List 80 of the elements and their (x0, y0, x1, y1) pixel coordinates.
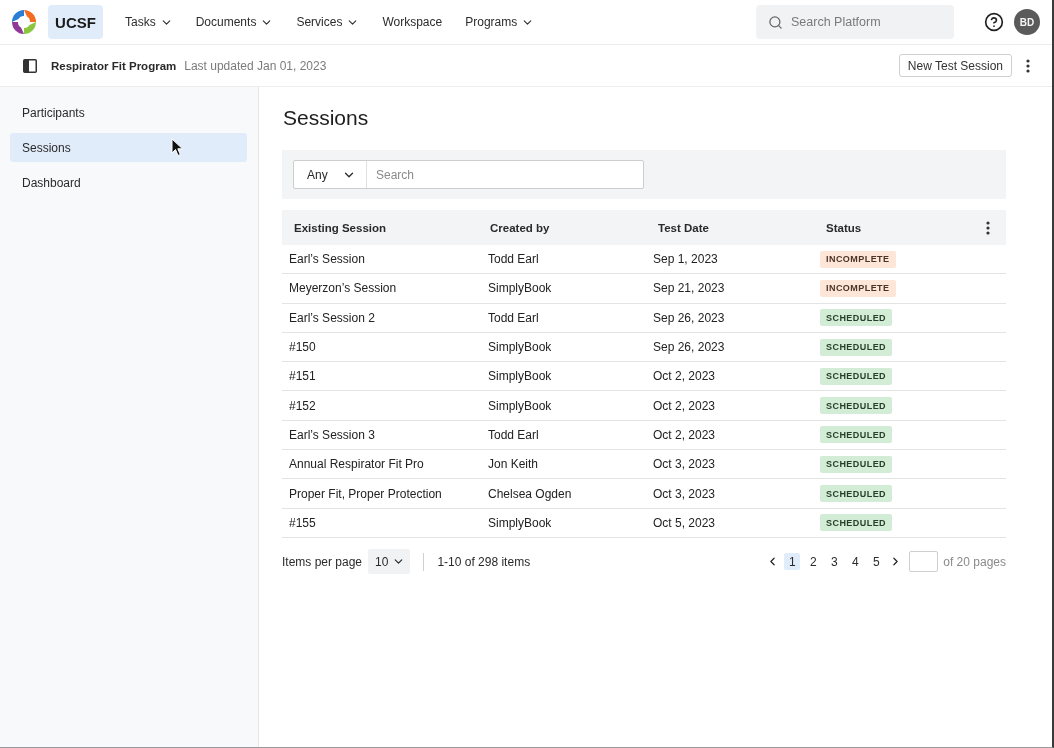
status-badge: SCHEDULED (820, 514, 893, 532)
nav-menu-item[interactable]: Tasks (125, 15, 173, 29)
column-header: Existing Session (293, 221, 388, 234)
table-cell-text: Oct 5, 2023 (652, 515, 717, 530)
table-cell-text: Sep 21, 2023 (652, 281, 726, 296)
column-header: Created by (489, 221, 551, 234)
table-cell-text: Todd Earl (487, 252, 540, 267)
status-badge: SCHEDULED (820, 426, 893, 444)
table-cell-text: Earl’s Session 2 (288, 310, 376, 325)
help-icon (984, 12, 1004, 32)
page-button[interactable]: 4 (847, 553, 864, 571)
table-cell-text: SimplyBook (487, 515, 553, 530)
new-test-session-button[interactable]: New Test Session (898, 54, 1012, 77)
table-cell-text: #152 (288, 398, 317, 413)
sidebar-item[interactable]: Sessions (10, 133, 247, 162)
status-badge: SCHEDULED (820, 309, 893, 327)
table-cell-text: Proper Fit, Proper Protection (288, 486, 443, 501)
table-cell-text: Oct 2, 2023 (652, 398, 717, 413)
status-badge: SCHEDULED (820, 367, 893, 385)
more-icon (986, 220, 990, 235)
status-badge: SCHEDULED (820, 397, 893, 415)
nav-menu-item[interactable]: Programs (465, 15, 535, 29)
table-cell-text: SimplyBook (487, 281, 553, 296)
avatar[interactable]: BD (1014, 9, 1040, 35)
sidebar-toggle-icon[interactable] (23, 58, 37, 73)
table-cell-text: SimplyBook (487, 369, 553, 384)
items-per-page-label: Items per page (282, 554, 363, 569)
search-field[interactable]: Any Search (293, 160, 644, 189)
table-cell-text: Meyerzon’s Session (288, 281, 398, 296)
table-cell-text: Earl’s Session (288, 252, 366, 267)
table-cell-text: Chelsea Ogden (487, 486, 573, 501)
status-badge: SCHEDULED (820, 485, 893, 502)
last-updated-text: Last updated Jan 01, 2023 (184, 58, 327, 73)
program-title: Respirator Fit Program (51, 59, 177, 72)
page-button[interactable]: 5 (868, 553, 885, 571)
table-cell-text: Sep 1, 2023 (652, 252, 719, 267)
page-button[interactable]: 1 (784, 553, 801, 571)
more-button[interactable] (1026, 58, 1030, 73)
table-cell-text: Todd Earl (487, 310, 540, 325)
table-cell-text: Sep 26, 2023 (652, 310, 726, 325)
status-badge: INCOMPLETE (820, 279, 896, 297)
mouse-pointer-icon (171, 138, 184, 157)
table-cell-text: SimplyBook (487, 398, 553, 413)
column-header: Status (825, 221, 863, 234)
column-header: Test Date (657, 221, 710, 234)
scope-dropdown[interactable]: Any (294, 161, 367, 188)
brand-logo-text[interactable]: UCSF (48, 5, 103, 39)
table-cell-text: Annual Respirator Fit Pro (288, 457, 425, 472)
table-cell-text: Sep 26, 2023 (652, 340, 726, 355)
table-cell-text: #150 (288, 340, 317, 355)
page-size-dropdown[interactable]: 10 (368, 549, 411, 575)
table-cell-text: #151 (288, 369, 317, 384)
page-total-text: of 20 pages (943, 554, 1006, 569)
table-cell-text: Oct 2, 2023 (652, 427, 717, 442)
page-title: Sessions (283, 105, 370, 131)
table-cell-text: Jon Keith (487, 457, 540, 472)
logo-icon (10, 8, 38, 36)
table-cell-text: Oct 2, 2023 (652, 369, 717, 384)
page-number-input[interactable] (909, 551, 939, 573)
table-cell-text: Oct 3, 2023 (652, 486, 717, 501)
page-button[interactable]: 2 (805, 553, 822, 571)
table-cell-text: SimplyBook (487, 340, 553, 355)
table-cell-text: #155 (288, 515, 317, 530)
sidebar-item[interactable]: Participants (10, 98, 247, 127)
search-icon (768, 15, 783, 30)
nav-menu-item[interactable]: Services (296, 15, 360, 29)
nav-menu-item[interactable]: Workspace (382, 15, 443, 29)
search-field[interactable]: Search Platform (756, 5, 954, 39)
status-badge: SCHEDULED (820, 455, 893, 473)
status-badge: SCHEDULED (820, 338, 893, 356)
status-badge: INCOMPLETE (820, 250, 896, 268)
item-range-text: 1-10 of 298 items (437, 554, 531, 569)
help-button[interactable] (984, 12, 1004, 32)
sidebar-item[interactable]: Dashboard (10, 168, 247, 197)
more-icon (1026, 58, 1030, 73)
table-cell-text: Todd Earl (487, 427, 540, 442)
table-cell-text: Earl’s Session 3 (288, 427, 376, 442)
nav-menu-item[interactable]: Documents (195, 15, 274, 29)
table-cell-text: Oct 3, 2023 (652, 457, 717, 472)
page-button[interactable]: 3 (826, 553, 843, 571)
